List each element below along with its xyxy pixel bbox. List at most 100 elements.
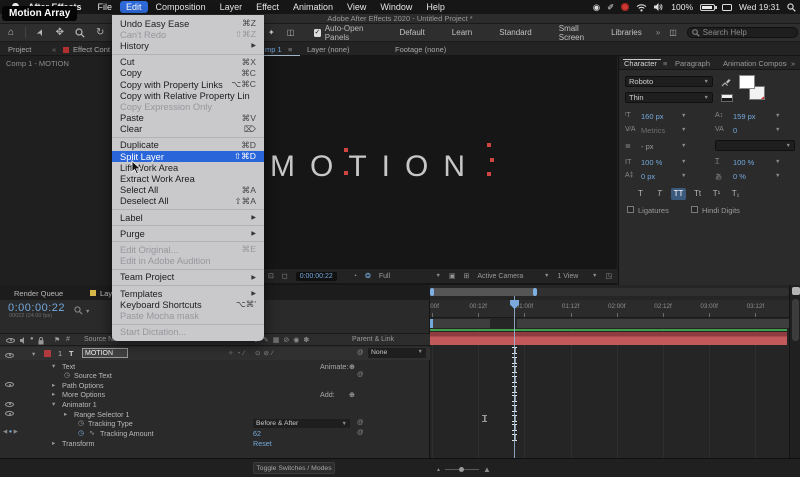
tab-animation-composer[interactable]: Animation Compose — [723, 59, 787, 68]
workspace-learn[interactable]: Learn — [452, 28, 472, 37]
layer-twirl-icon[interactable]: ▾ — [32, 350, 35, 358]
horizontal-scale-value[interactable]: 100 % — [733, 158, 754, 167]
menu-item-cut[interactable]: Cut ⌘X — [112, 57, 264, 68]
dropdown-caret-icon[interactable]: ▼ — [681, 143, 686, 149]
magnification-icon[interactable]: ⊡ — [268, 272, 274, 280]
faux-style-button-0[interactable]: T — [633, 188, 648, 200]
workspace-overflow-chevrons[interactable]: » — [656, 28, 660, 37]
panel-menu-icon[interactable]: ≡ — [663, 59, 667, 68]
work-area-start-handle[interactable] — [430, 319, 433, 328]
motion-pin-icon[interactable]: ✦ — [268, 28, 275, 37]
pickwhip-icon[interactable]: @ — [357, 429, 364, 436]
menu-layer[interactable]: Layer — [214, 1, 249, 13]
stopwatch-icon[interactable]: ◷ — [78, 429, 84, 437]
dropdown-caret-icon[interactable]: ▼ — [681, 113, 686, 119]
property-row-transform[interactable]: ▸ Transform Reset — [0, 438, 430, 448]
graph-editor-icon[interactable]: ∿ — [89, 429, 95, 437]
region-of-interest-icon[interactable]: ▣ — [449, 272, 456, 280]
eye-icon[interactable] — [5, 382, 14, 388]
workspace-small-screen[interactable]: Small Screen — [559, 24, 584, 42]
property-row-animator-1[interactable]: ▾ Animator 1 — [0, 400, 430, 410]
layer-handle[interactable] — [344, 148, 348, 152]
screen-record-icon[interactable]: ◉ — [593, 2, 600, 13]
search-help-box[interactable]: Search Help — [686, 27, 798, 38]
work-area-bar[interactable] — [430, 319, 789, 328]
fill-color-swatch[interactable] — [739, 75, 755, 89]
zoom-out-mountain-icon[interactable]: ▲ — [436, 467, 441, 473]
playhead-line[interactable] — [514, 296, 515, 458]
menu-file[interactable]: File — [92, 1, 119, 13]
layer-handle[interactable] — [344, 171, 348, 175]
view-layout-dropdown[interactable]: 1 View ▼ — [557, 273, 597, 280]
wifi-icon[interactable] — [636, 3, 647, 12]
layer-row-motion[interactable]: ▾ 1 T MOTION ✧◔∕ ⊙⊘∕ @ None ▼ — [0, 347, 430, 360]
stroke-style-dropdown[interactable]: ▼ — [715, 140, 795, 151]
eyedropper-icon[interactable] — [721, 77, 731, 87]
parent-dropdown[interactable]: None ▼ — [368, 348, 426, 358]
collapse-chevron-icon[interactable]: « — [52, 45, 56, 54]
tsume-value[interactable]: 0 % — [733, 172, 746, 181]
pickwhip-icon[interactable]: @ — [357, 419, 364, 426]
workspace-standard[interactable]: Standard — [499, 28, 531, 37]
property-row-source-text[interactable]: ◷ Source Text @ — [0, 371, 430, 381]
menu-item-team-project[interactable]: Team Project ▶ — [112, 272, 264, 283]
dropdown-caret-icon[interactable]: ▼ — [775, 173, 780, 179]
composition-viewer[interactable]: MOTION ⊡ ◻ 0:00:00:22 ◔ ❂ Full ▼ ▣ ⊞ Acti… — [262, 56, 692, 285]
search-caret-icon[interactable]: ▼ — [85, 309, 90, 315]
display-icon[interactable] — [722, 3, 733, 11]
menu-item-keyboard-shortcuts[interactable]: Keyboard Shortcuts ⌥⌘' — [112, 299, 264, 310]
hand-tool-icon[interactable]: ✥ — [56, 27, 64, 38]
hindi-digits-checkbox[interactable] — [691, 206, 698, 213]
zoom-tool-icon[interactable] — [75, 27, 85, 38]
keyframe-navigator[interactable]: ◀ ● ▶ — [3, 429, 18, 435]
layer-label-color-chip[interactable] — [44, 350, 51, 357]
property-row-text[interactable]: ▾ Text Animate: ⊕ — [0, 361, 430, 371]
menu-item-copy-with-relative-property-links[interactable]: Copy with Relative Property Links — [112, 90, 264, 101]
camera-view-dropdown[interactable]: Active Camera ▼ — [477, 273, 549, 280]
vertical-scale-value[interactable]: 100 % — [641, 158, 662, 167]
tab-layer[interactable]: Layer (none) — [307, 45, 350, 54]
dropdown-caret-icon[interactable]: ▼ — [775, 113, 780, 119]
twirl-open-icon[interactable]: ▾ — [52, 362, 55, 370]
menu-help[interactable]: Help — [420, 1, 451, 13]
menu-item-deselect-all[interactable]: Deselect All ⇧⌘A — [112, 196, 264, 207]
grid-guides-icon[interactable]: ⊞ — [464, 272, 470, 280]
menu-effect[interactable]: Effect — [250, 1, 285, 13]
comp-text-motion[interactable]: MOTION — [270, 150, 480, 184]
dropdown-caret-icon[interactable]: ▼ — [775, 127, 780, 133]
zoom-in-mountain-icon[interactable]: ▲ — [483, 465, 491, 474]
menu-item-duplicate[interactable]: Duplicate ⌘D — [112, 140, 264, 151]
menu-item-copy[interactable]: Copy ⌘C — [112, 68, 264, 79]
layer-visibility-eye-icon[interactable] — [5, 352, 14, 358]
time-ruler[interactable]: 0:00f00:12f01:00f01:12f02:00f02:12f03:00… — [430, 300, 789, 318]
pickwhip-icon[interactable]: @ — [357, 371, 364, 378]
volume-icon[interactable] — [654, 3, 664, 11]
twirl-closed-icon[interactable]: ▸ — [52, 390, 55, 398]
scrollbar-thumb[interactable] — [792, 299, 799, 341]
eye-icon[interactable] — [5, 401, 14, 407]
property-row-tracking-amount[interactable]: ◀ ● ▶ ◷ ∿ Tracking Amount 62 @ — [0, 429, 430, 439]
property-row-path-options[interactable]: ▸ Path Options — [0, 380, 430, 390]
zoom-slider-thumb[interactable] — [458, 466, 464, 472]
menu-window[interactable]: Window — [374, 1, 418, 13]
parent-link-column[interactable]: Parent & Link — [352, 336, 394, 343]
menu-composition[interactable]: Composition — [150, 1, 212, 13]
layer-duration-bar[interactable] — [430, 332, 787, 345]
menu-edit[interactable]: Edit — [120, 1, 148, 13]
tab-render-queue[interactable]: Render Queue — [14, 289, 63, 298]
toggle-switches-modes-button[interactable]: Toggle Switches / Modes — [253, 462, 335, 474]
layer-switch-icons[interactable]: ⊙⊘∕ — [255, 349, 276, 357]
menu-item-purge[interactable]: Purge ▶ — [112, 228, 264, 239]
font-style-dropdown[interactable]: Thin ▼ — [625, 92, 713, 103]
faux-style-button-1[interactable]: T — [652, 188, 667, 200]
add-button-icon[interactable]: ⊕ — [349, 390, 355, 399]
menu-item-label[interactable]: Label ▶ — [112, 212, 264, 223]
font-family-dropdown[interactable]: Roboto ▼ — [625, 76, 713, 87]
menu-item-paste[interactable]: Paste ⌘V — [112, 113, 264, 124]
pen-icon[interactable]: ✐ — [607, 2, 614, 13]
property-row-range-selector-1[interactable]: ▸ Range Selector 1 — [0, 409, 430, 419]
property-row-more-options[interactable]: ▸ More Options Add: ⊕ — [0, 390, 430, 400]
layer-quality-icons[interactable]: ✧◔∕ — [228, 349, 247, 357]
layer-name-field[interactable]: MOTION — [82, 348, 128, 358]
layer-search-icon[interactable] — [74, 306, 83, 315]
